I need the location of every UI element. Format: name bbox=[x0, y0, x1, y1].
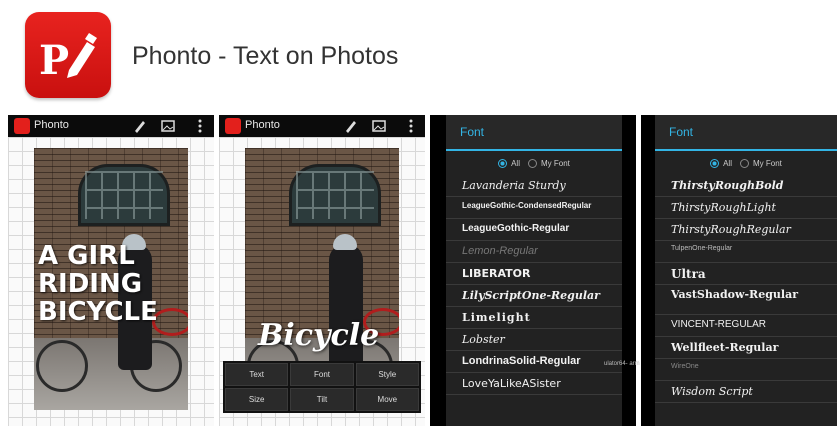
font-list-item[interactable]: Lavanderia Sturdy bbox=[446, 175, 622, 197]
font-list-item[interactable]: TulpenOne-Regular bbox=[655, 241, 837, 263]
font-dialog: Font All My Font Lavanderia Sturdy Leagu… bbox=[446, 115, 622, 426]
overflow-menu-icon[interactable] bbox=[192, 118, 208, 134]
radio-my-font-label: My Font bbox=[540, 158, 570, 168]
screenshot-3: Font All My Font Lavanderia Sturdy Leagu… bbox=[430, 115, 636, 426]
font-list: Lavanderia Sturdy LeagueGothic-Condensed… bbox=[446, 175, 622, 395]
overlay-text[interactable]: Bicycle bbox=[258, 318, 379, 353]
font-list-item[interactable]: Limelight bbox=[446, 307, 622, 329]
overlay-text-line[interactable]: BICYCLE bbox=[38, 297, 158, 327]
font-list-item[interactable]: Lemon-Regular bbox=[446, 241, 622, 263]
size-button[interactable]: Size bbox=[225, 388, 289, 411]
radio-my-font-label: My Font bbox=[752, 158, 782, 168]
radio-my-font[interactable] bbox=[739, 158, 749, 168]
window bbox=[289, 164, 381, 226]
dialog-title: Font bbox=[446, 115, 622, 151]
pencil-icon[interactable] bbox=[343, 118, 359, 134]
font-list-item[interactable]: LeagueGothic-Regular bbox=[446, 219, 622, 241]
emulator-watermark: ulator64- arm bbox=[604, 361, 640, 367]
text-button[interactable]: Text bbox=[225, 363, 289, 386]
bike-wheel bbox=[36, 340, 88, 392]
font-list-item[interactable]: ThirstyRoughBold bbox=[655, 175, 837, 197]
action-bar-title: Phonto bbox=[245, 119, 280, 131]
phonto-logo-icon bbox=[14, 118, 30, 134]
font-button[interactable]: Font bbox=[290, 363, 354, 386]
phonto-logo-icon bbox=[225, 118, 241, 134]
font-filter: All My Font bbox=[446, 155, 622, 171]
font-list-item[interactable]: WireOne bbox=[655, 359, 837, 381]
radio-all-label: All bbox=[723, 158, 732, 168]
radio-my-font[interactable] bbox=[527, 158, 537, 168]
overlay-text-line[interactable]: A GIRL bbox=[38, 241, 135, 271]
svg-text:P: P bbox=[39, 37, 69, 84]
app-title: Phonto - Text on Photos bbox=[132, 42, 399, 70]
move-button[interactable]: Move bbox=[355, 388, 419, 411]
radio-all[interactable] bbox=[498, 158, 508, 168]
font-list-item[interactable]: LoveYaLikeASister bbox=[446, 373, 622, 395]
action-bar: Phonto bbox=[8, 115, 214, 137]
overlay-text-line[interactable]: RIDING bbox=[38, 269, 142, 299]
font-list-item[interactable]: ThirstyRoughRegular bbox=[655, 219, 837, 241]
font-list-item[interactable]: ThirstyRoughLight bbox=[655, 197, 837, 219]
font-list-item[interactable]: Wellfleet-Regular bbox=[655, 337, 837, 359]
action-bar-title: Phonto bbox=[34, 119, 69, 131]
app-icon[interactable]: P bbox=[25, 12, 111, 98]
edit-toolbar: Text Font Style Size Tilt Move bbox=[223, 361, 421, 413]
font-list-item[interactable]: Wisdom Script bbox=[655, 381, 837, 403]
font-list: ThirstyRoughBold ThirstyRoughLight Thirs… bbox=[655, 175, 837, 403]
tilt-button[interactable]: Tilt bbox=[290, 388, 354, 411]
font-filter: All My Font bbox=[655, 155, 837, 171]
screenshot-1: Phonto A GIRL RIDING BICYCLE bbox=[8, 115, 214, 426]
app-header: P Phonto - Text on Photos bbox=[0, 0, 837, 110]
image-icon[interactable] bbox=[160, 118, 176, 134]
overflow-menu-icon[interactable] bbox=[403, 118, 419, 134]
font-list-item[interactable]: LilyScriptOne-Regular bbox=[446, 285, 622, 307]
font-list-item[interactable]: VINCENT-REGULAR bbox=[655, 315, 837, 337]
radio-all[interactable] bbox=[710, 158, 720, 168]
font-list-item[interactable]: LeagueGothic-CondensedRegular bbox=[446, 197, 622, 219]
image-icon[interactable] bbox=[371, 118, 387, 134]
radio-all-label: All bbox=[511, 158, 520, 168]
font-list-item[interactable]: LIBERATOR bbox=[446, 263, 622, 285]
font-dialog: Font All My Font ThirstyRoughBold Thirst… bbox=[655, 115, 837, 426]
font-list-item[interactable]: LondrinaSolid-Regular bbox=[446, 351, 622, 373]
font-list-item[interactable]: Lobster bbox=[446, 329, 622, 351]
screenshot-4: Font All My Font ThirstyRoughBold Thirst… bbox=[641, 115, 837, 426]
style-button[interactable]: Style bbox=[355, 363, 419, 386]
font-list-item[interactable]: VastShadow-Regular bbox=[655, 285, 837, 315]
phonto-logo-icon: P bbox=[39, 33, 97, 84]
pencil-icon[interactable] bbox=[132, 118, 148, 134]
action-bar: Phonto bbox=[219, 115, 425, 137]
window bbox=[78, 164, 170, 226]
dialog-title: Font bbox=[655, 115, 837, 151]
font-list-item[interactable]: Ultra bbox=[655, 263, 837, 285]
